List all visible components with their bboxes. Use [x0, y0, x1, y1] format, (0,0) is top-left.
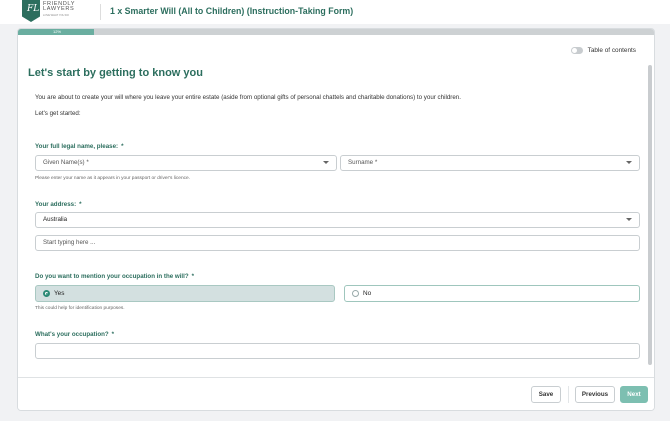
toggle-switch-icon[interactable]: [570, 47, 583, 54]
intro-started: Let's get started:: [35, 110, 81, 117]
address-input[interactable]: Start typing here ...: [35, 235, 640, 251]
intro-paragraph: You are about to create your will where …: [35, 94, 461, 101]
required-asterisk: *: [121, 143, 124, 150]
given-name-dropdown[interactable]: Given Name(s) *: [35, 155, 337, 171]
country-value: Australia: [43, 216, 68, 223]
brand-name: FRIENDLY LAWYERS LOVE WHAT YOU DO: [43, 1, 75, 18]
address-placeholder: Start typing here ...: [43, 239, 96, 246]
occupation-input[interactable]: [35, 343, 640, 359]
form-card: 12% Table of contents Let's start by get…: [17, 28, 655, 411]
firm-logo-icon: FL: [22, 0, 40, 22]
toc-label: Table of contents: [587, 47, 636, 54]
radio-yes-label: Yes: [54, 290, 65, 297]
brand-tagline: LOVE WHAT YOU DO: [43, 14, 69, 17]
chevron-down-icon: [626, 218, 632, 221]
occupation-mention-question: Do you want to mention your occupation i…: [35, 273, 194, 280]
radio-option-yes[interactable]: Yes: [35, 285, 335, 302]
country-select[interactable]: Australia: [35, 212, 640, 228]
address-question-label: Your address:: [35, 201, 77, 208]
required-asterisk: *: [191, 273, 195, 280]
radio-no-label: No: [363, 290, 372, 297]
footer-divider: [568, 386, 569, 403]
top-bar: FL FRIENDLY LAWYERS LOVE WHAT YOU DO 1 x…: [0, 0, 670, 24]
table-of-contents-toggle[interactable]: Table of contents: [570, 47, 636, 54]
previous-button[interactable]: Previous: [575, 386, 615, 403]
occupation-mention-label: Do you want to mention your occupation i…: [35, 273, 189, 280]
required-asterisk: *: [79, 201, 82, 208]
section-heading: Let's start by getting to know you: [28, 67, 203, 79]
progress-bar: 12%: [18, 29, 654, 35]
radio-checked-icon[interactable]: [43, 290, 50, 297]
scrollbar-thumb[interactable]: [648, 65, 652, 365]
scrollbar[interactable]: [648, 65, 652, 377]
radio-option-no[interactable]: No: [344, 285, 640, 302]
surname-placeholder: Surname *: [348, 159, 378, 166]
logo-initials: FL: [27, 4, 40, 14]
next-button[interactable]: Next: [620, 386, 648, 403]
chevron-down-icon: [323, 161, 329, 164]
address-question: Your address: *: [35, 201, 82, 208]
brand-line-2: LAWYERS: [43, 6, 75, 12]
name-question-label: Your full legal name, please:: [35, 143, 119, 150]
name-help-text: Please enter your name as it appears in …: [35, 176, 191, 181]
chevron-down-icon: [626, 161, 632, 164]
surname-dropdown[interactable]: Surname *: [340, 155, 640, 171]
occupation-question: What's your occupation? *: [35, 331, 114, 338]
form-footer: Save Previous Next: [18, 377, 654, 410]
name-question: Your full legal name, please: *: [35, 143, 124, 150]
occupation-question-label: What's your occupation?: [35, 331, 109, 338]
occupation-help-text: This could help for identification purpo…: [35, 306, 125, 311]
form-title: 1 x Smarter Will (All to Children) (Inst…: [110, 6, 354, 16]
radio-unchecked-icon[interactable]: [352, 290, 359, 297]
header-divider: [100, 4, 101, 20]
required-asterisk: *: [111, 331, 115, 338]
save-button[interactable]: Save: [531, 386, 561, 403]
given-name-placeholder: Given Name(s) *: [43, 159, 89, 166]
progress-label: 12%: [53, 29, 62, 34]
